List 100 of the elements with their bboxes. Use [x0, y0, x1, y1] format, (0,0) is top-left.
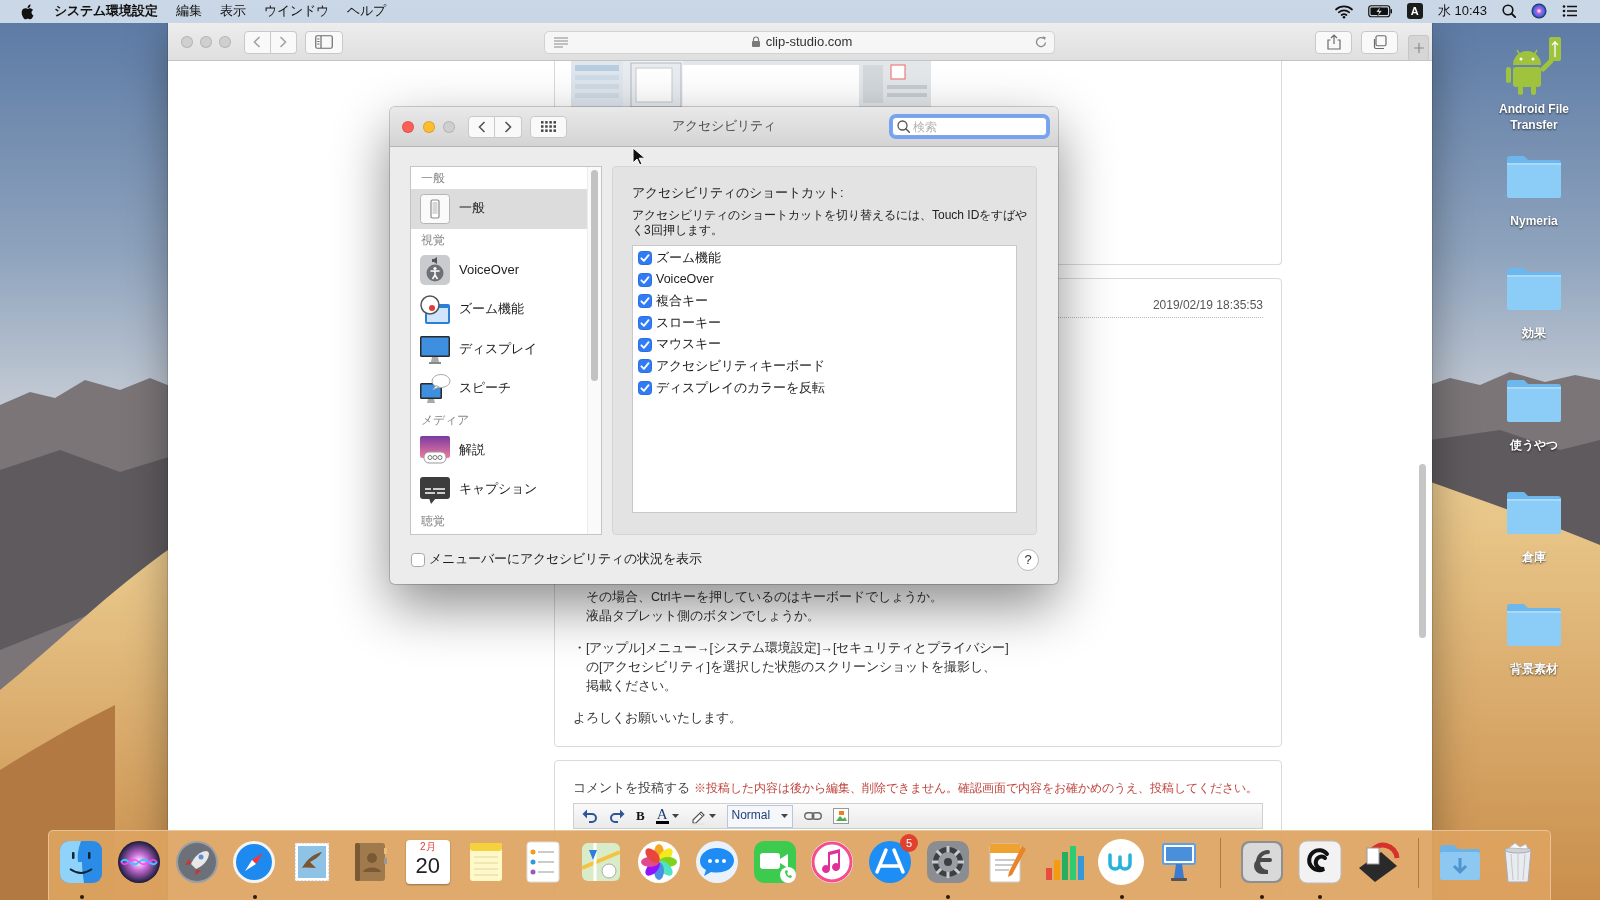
checkbox[interactable] [638, 359, 652, 374]
menu-item[interactable]: 表示 [220, 3, 246, 20]
window-title: アクセシビリティ [672, 118, 776, 135]
sidebar-item[interactable]: ディスプレイ [411, 329, 587, 369]
wave-logo-icon[interactable] [1097, 838, 1146, 886]
file-label: 使うやつ [1510, 437, 1558, 453]
image-icon[interactable] [832, 808, 849, 824]
search-icon[interactable] [1502, 4, 1516, 19]
checkbox[interactable] [638, 315, 652, 330]
magnifier-window-icon [419, 293, 451, 326]
file-label: Android File Transfer [1498, 101, 1570, 133]
swirl-icon[interactable] [1295, 838, 1344, 886]
reload-icon[interactable] [1035, 36, 1047, 48]
sidebar-item[interactable]: ズーム機能 [411, 290, 587, 330]
input-source-indicator[interactable]: A [1406, 3, 1423, 20]
speaker-person-icon [419, 254, 451, 287]
checkbox[interactable] [638, 272, 652, 287]
battery-charging-icon[interactable] [1367, 5, 1392, 18]
sidebar-item[interactable]: VoiceOver [411, 250, 587, 290]
search-icon [897, 120, 910, 133]
caret-icon [708, 814, 716, 818]
format-select[interactable]: Normal [726, 804, 793, 828]
folder-icon[interactable] [1505, 489, 1563, 535]
folder-icon[interactable] [1505, 153, 1563, 199]
forward-button[interactable] [495, 115, 522, 138]
checkbox-label: メニューバーにアクセシビリティの状況を表示 [429, 551, 702, 568]
monitor-speech-bubble-icon [419, 372, 451, 405]
monitor-icon [419, 333, 451, 366]
post-paragraph: その場合、Ctrlキーを押しているのはキーボードでしょうか。 液晶タブレット側のボタンでしょうか。 [585, 589, 945, 625]
show-all-button[interactable] [530, 115, 567, 138]
checkbox[interactable] [638, 380, 652, 395]
sidebar-item[interactable]: スピーチ [411, 369, 587, 409]
chevron-left-icon [477, 120, 486, 133]
phone-outline-icon [419, 192, 451, 225]
close-button[interactable] [402, 120, 414, 133]
wifi-icon[interactable] [1334, 4, 1353, 19]
back-button[interactable] [468, 115, 495, 138]
chevron-right-icon [279, 36, 288, 48]
undo-icon[interactable] [582, 809, 598, 823]
grid-icon [541, 121, 556, 132]
section-heading: アクセシビリティのショートカット: [632, 185, 845, 202]
link-icon[interactable] [803, 811, 822, 821]
overlapping-squares-icon [1372, 34, 1387, 50]
section-header: メディア [420, 411, 470, 429]
post-paragraph: ・[アップル]メニュー→[システム環境設定]→[セキュリティとプライバシー] の[アクセシビリティ]を選択した状態のスクリーンショットを撮影し、 掲載ください。 [573, 640, 1010, 695]
clock[interactable]: 水 10:43 [1437, 3, 1487, 20]
file-label: 倉庫 [1522, 549, 1546, 565]
sidebar-button[interactable] [305, 30, 343, 54]
checkbox[interactable] [638, 294, 652, 309]
sidebar-item[interactable]: 解説 [411, 430, 587, 470]
menu-item[interactable]: ウインドウ [264, 3, 329, 20]
scrollbar[interactable] [1419, 464, 1426, 638]
comment-title: コメントを投稿する [573, 779, 690, 797]
plus-icon [1413, 43, 1424, 53]
post-timestamp: 2019/02/19 18:35:53 [1152, 297, 1263, 314]
checkbox-label: ディスプレイのカラーを反転 [656, 379, 825, 397]
checkbox-label: 複合キー [656, 293, 708, 310]
text-color-button[interactable]: A [655, 808, 679, 824]
share-icon [1325, 34, 1342, 50]
scrollbar[interactable] [591, 170, 598, 381]
menu-item[interactable]: ヘルプ [347, 3, 386, 20]
sidebar-item[interactable]: 一般 [411, 189, 587, 229]
checkbox[interactable] [411, 552, 425, 567]
bold-button[interactable]: B [636, 807, 645, 825]
file-label: Nymeria [1510, 213, 1558, 229]
list-icon[interactable] [1562, 4, 1578, 19]
app-menu[interactable]: システム環境設定 [54, 3, 158, 20]
checkbox-label: アクセシビリティキーボード [656, 358, 825, 375]
apple-logo-icon[interactable] [20, 3, 34, 20]
calendar-icon[interactable]: 2月 20 [405, 840, 450, 884]
colorful-orb-icon[interactable] [1531, 3, 1547, 20]
sidebar-icon [315, 35, 333, 49]
address-bar[interactable]: clip-studio.com [544, 30, 1055, 54]
redo-icon[interactable] [609, 809, 625, 823]
section-header: 聴覚 [420, 512, 446, 530]
mouse-pointer-icon [632, 147, 646, 167]
section-header: 一般 [420, 170, 446, 187]
caret-icon [780, 814, 788, 818]
search-field[interactable]: 検索 [892, 117, 1047, 136]
share-button[interactable] [1315, 30, 1352, 54]
url-text: clip-studio.com [765, 33, 853, 51]
calendar-month: 2月 [420, 841, 436, 853]
screen-speech-bubble-icon [419, 434, 451, 467]
help-button[interactable]: ? [1017, 548, 1039, 571]
checkbox-label: ズーム機能 [656, 249, 721, 266]
two-tone-face-icon[interactable] [57, 838, 105, 886]
sidebar-item[interactable]: キャプション [411, 470, 587, 510]
file-label: 効果 [1522, 325, 1546, 341]
menu-item[interactable]: 編集 [176, 3, 202, 20]
lock-icon [750, 36, 761, 48]
section-header: 視覚 [420, 231, 446, 249]
notification-badge: 5 [900, 834, 919, 852]
post-paragraph: よろしくお願いいたします。 [573, 710, 743, 727]
file-label: 背景素材 [1510, 661, 1558, 677]
chevron-left-icon [253, 36, 262, 48]
checkbox[interactable] [638, 250, 652, 265]
checkbox[interactable] [638, 337, 652, 352]
folder-icon[interactable] [1505, 377, 1563, 423]
calendar-day: 20 [415, 853, 440, 879]
tabs-button[interactable] [1361, 30, 1398, 54]
